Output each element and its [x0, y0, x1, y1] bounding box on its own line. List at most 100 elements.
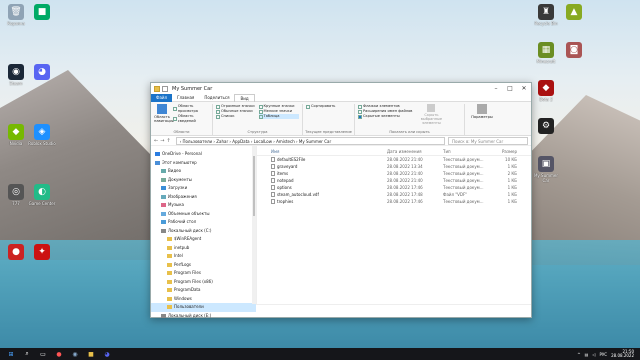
nav-item[interactable]: Локальный диск (C:): [151, 227, 256, 236]
ribbon-group-current-view: Сортировать Текущее представление: [303, 104, 355, 135]
nav-item[interactable]: $WinREAgent: [151, 235, 256, 244]
col-size[interactable]: Размер: [491, 148, 517, 155]
nav-item[interactable]: Изображения: [151, 193, 256, 202]
language-indicator[interactable]: РУС: [599, 352, 607, 357]
my-summer-car-icon: ▣: [538, 156, 554, 172]
desktop-shortcut-label: Dota 2: [539, 97, 553, 102]
desktop-shortcut[interactable]: ●: [2, 244, 30, 261]
navigation-pane-button[interactable]: Область навигации: [154, 104, 174, 124]
nav-item[interactable]: Видео: [151, 167, 256, 176]
sort-by-button[interactable]: Сортировать: [306, 104, 351, 109]
desktop-shortcut[interactable]: ◆ Dota 2: [532, 80, 560, 102]
explorer-taskbar-icon[interactable]: ■: [86, 350, 96, 358]
search-input[interactable]: Поиск в: My Summer Car: [448, 136, 528, 145]
desktop-shortcut[interactable]: ◈ Roblox Studio: [28, 124, 56, 146]
folder-icon: [167, 271, 172, 276]
nav-item[interactable]: inetpub: [151, 244, 256, 253]
file-row[interactable]: items 28.08.2022 21:40 Текстовый докум... 2…: [257, 170, 531, 177]
file-type: Текстовый докум...: [443, 171, 484, 176]
file-icon: [271, 185, 275, 190]
nav-item[interactable]: OneDrive - Personal: [151, 150, 256, 159]
network-icon[interactable]: ▤: [585, 352, 589, 357]
col-type[interactable]: Тип: [443, 148, 491, 155]
ribbon-group-show-hide: Флажки элементов Расширения имен файлов …: [355, 104, 465, 135]
task-view-icon[interactable]: ▭: [38, 350, 48, 358]
file-row[interactable]: trophies 28.08.2022 17:46 Текстовый докум.…: [257, 198, 531, 205]
desktop-shortcut[interactable]: ◐ Game Center: [28, 184, 56, 206]
file-row[interactable]: steam_autocloud.vdf 28.08.2022 17:48 Файл …: [257, 191, 531, 198]
layout-details[interactable]: Таблица: [258, 114, 299, 119]
nav-item[interactable]: Program Files (x86): [151, 278, 256, 287]
folder-icon: [161, 186, 166, 191]
desktop-shortcut[interactable]: ◆ Nvidia: [2, 124, 30, 146]
nav-arrows-icon[interactable]: ←→↑: [154, 138, 173, 144]
address-path[interactable]: › Пользователи › Zahar › AppData › Local…: [175, 136, 445, 145]
folder-icon: [167, 254, 172, 259]
nav-item[interactable]: Загрузки: [151, 184, 256, 193]
file-date: 28.08.2022 21:40: [387, 157, 423, 162]
file-date: 28.08.2022 17:48: [387, 192, 423, 197]
hidden-items-toggle[interactable]: Скрытые элементы: [358, 114, 412, 119]
desktop-shortcut[interactable]: ▦ Minecraft: [532, 42, 560, 64]
col-name[interactable]: Имя: [271, 148, 387, 155]
desktop-shortcut[interactable]: ◙: [560, 42, 588, 59]
minimize-icon[interactable]: –: [489, 85, 503, 92]
file-row[interactable]: options 28.08.2022 17:46 Текстовый докум..…: [257, 184, 531, 191]
options-button[interactable]: Параметры: [468, 104, 496, 119]
nav-item[interactable]: Рабочий стол: [151, 218, 256, 227]
desktop-shortcut[interactable]: ♜ Recycle Bin: [532, 4, 560, 26]
tray-chevron-icon[interactable]: ^: [577, 352, 580, 357]
nav-item[interactable]: Program Files: [151, 269, 256, 278]
clock[interactable]: 21:50 28.08.2022: [611, 349, 634, 359]
desktop-shortcut[interactable]: ⚙: [532, 118, 560, 135]
col-date[interactable]: Дата изменения: [387, 148, 443, 155]
preview-pane-button[interactable]: Область просмотра: [173, 104, 209, 114]
search-icon[interactable]: ⌕: [22, 350, 32, 358]
desktop-shortcut[interactable]: ▣ My Summer Car: [532, 156, 560, 183]
file-row[interactable]: defaultES2File 28.08.2022 21:40 Текстовый …: [257, 156, 531, 163]
volume-icon[interactable]: ◁: [592, 352, 595, 357]
desktop-shortcut[interactable]: ▲: [560, 4, 588, 21]
tab-file[interactable]: Файл: [151, 93, 173, 102]
nav-item-label: Рабочий стол: [168, 219, 197, 224]
nav-item[interactable]: Объемные объекты: [151, 210, 256, 219]
desktop-shortcut[interactable]: ◉ Steam: [2, 64, 30, 86]
folder-icon: [155, 160, 160, 165]
details-pane-button[interactable]: Область сведений: [173, 114, 209, 124]
nav-item[interactable]: Локальный диск (E:): [151, 312, 256, 321]
app-taskbar-icon[interactable]: ◕: [102, 350, 112, 358]
file-row[interactable]: graveyard 28.08.2022 13:34 Текстовый докум…: [257, 163, 531, 170]
file-row[interactable]: notepad 28.08.2022 21:40 Текстовый докум..…: [257, 177, 531, 184]
browser-icon[interactable]: ●: [54, 350, 64, 358]
nav-item[interactable]: Этот компьютер: [151, 159, 256, 168]
desktop-shortcut[interactable]: 🗑 Корзина: [2, 4, 30, 26]
layout-list[interactable]: Список: [216, 114, 257, 119]
nav-item[interactable]: Музыка: [151, 201, 256, 210]
nav-item[interactable]: Документы: [151, 176, 256, 185]
desktop-shortcut[interactable]: ✦: [28, 244, 56, 261]
start-icon[interactable]: ⊞: [6, 350, 16, 358]
hide-selected-button[interactable]: Скрыть выбранные элементы: [414, 104, 448, 125]
nav-item[interactable]: PerfLogs: [151, 261, 256, 270]
close-icon[interactable]: ✕: [517, 85, 531, 92]
steam-taskbar-icon[interactable]: ◉: [70, 350, 80, 358]
nav-scrollbar[interactable]: [252, 146, 256, 304]
tab-share[interactable]: Поделиться: [199, 94, 234, 102]
desktop-shortcut[interactable]: ◎ 777: [2, 184, 30, 206]
desktop-shortcut-label: Recycle Bin: [534, 21, 558, 26]
file-icon: [271, 192, 275, 197]
window-titlebar[interactable]: My Summer Car – □ ✕: [151, 83, 531, 94]
file-list: Имя Дата изменения Тип Размер defaultES2…: [257, 146, 531, 304]
maximize-icon[interactable]: □: [503, 85, 517, 92]
desktop-shortcut[interactable]: ◕: [28, 64, 56, 81]
nav-item[interactable]: Windows: [151, 295, 256, 304]
ribbon-group-panes: Область навигации Область просмотра Обла…: [151, 104, 213, 135]
nav-item[interactable]: Intel: [151, 252, 256, 261]
nav-item[interactable]: Пользователи: [151, 303, 256, 312]
tab-view[interactable]: Вид: [234, 93, 255, 102]
folder-icon: [155, 152, 160, 157]
desktop-shortcut[interactable]: ■: [28, 4, 56, 21]
nav-item[interactable]: ProgramData: [151, 286, 256, 295]
quick-access-icon[interactable]: [162, 85, 168, 92]
tab-home[interactable]: Главная: [172, 94, 199, 102]
